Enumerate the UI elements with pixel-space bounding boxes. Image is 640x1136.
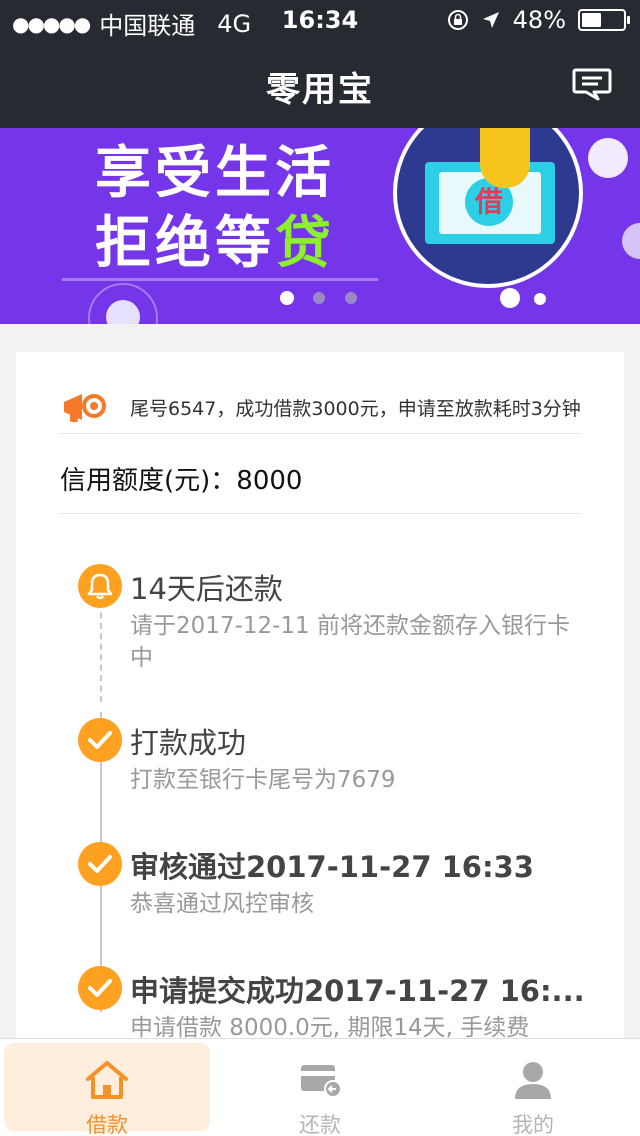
promo-banner[interactable]: 享受生活 拒绝等贷 借	[0, 128, 640, 324]
location-arrow-icon	[482, 12, 499, 28]
banner-headline-2: 拒绝等贷	[95, 198, 335, 279]
card-icon	[301, 1065, 342, 1098]
check-icon	[78, 842, 122, 886]
timeline-dashed-connector	[100, 602, 102, 702]
banner-dot-decoration	[500, 288, 520, 308]
credit-label-text: 信用额度(元)：	[60, 466, 237, 496]
credit-limit: 信用额度(元)：8000	[60, 434, 580, 514]
battery-icon	[578, 9, 630, 31]
timeline-step-title: 打款成功	[130, 726, 247, 760]
tab-label: 借款	[86, 1113, 128, 1136]
rotation-lock-icon	[447, 10, 468, 30]
battery-fill	[582, 13, 601, 27]
battery-percent: 48%	[512, 6, 566, 34]
check-icon	[78, 718, 122, 762]
notice-bar: 尾号6547，成功借款3000元，申请至放款耗时3分钟	[60, 384, 581, 434]
chat-bubble-icon[interactable]	[572, 66, 612, 102]
notice-text: 尾号6547，成功借款3000元，申请至放款耗时3分钟	[130, 398, 581, 420]
carousel-indicator-3[interactable]	[345, 292, 357, 304]
banner-divider	[62, 278, 378, 281]
timeline-step-title: 14天后还款	[130, 572, 283, 606]
timeline-step-desc: 打款至银行卡尾号为7679	[130, 767, 396, 793]
carousel-indicator-1[interactable]	[280, 291, 294, 305]
megaphone-icon	[64, 394, 106, 422]
timeline-step-title: 审核通过2017-11-27 16:33	[130, 850, 534, 884]
bottom-tab-bar: 借款 还款 我的	[0, 1038, 640, 1136]
bell-icon	[78, 564, 122, 608]
timeline-step-desc: 请于2017-12-11 前将还款金额存入银行卡中	[130, 613, 570, 671]
carousel-indicator-2[interactable]	[313, 292, 325, 304]
nav-bar: 零用宝	[0, 40, 640, 128]
tab-repay[interactable]: 还款	[217, 1043, 423, 1136]
status-right: 48%	[447, 6, 630, 34]
page-title: 零用宝	[266, 70, 374, 110]
banner-dot-decoration	[622, 223, 640, 259]
tab-label: 还款	[299, 1113, 341, 1136]
loan-card: 尾号6547，成功借款3000元，申请至放款耗时3分钟 信用额度(元)：8000…	[16, 352, 624, 1052]
hand-illustration	[480, 128, 530, 188]
banner-headline-2-highlight: 贷	[275, 211, 335, 276]
tab-mine[interactable]: 我的	[430, 1043, 636, 1136]
home-icon	[86, 1061, 128, 1099]
banner-dot-decoration	[534, 293, 546, 305]
status-bar: ●●●●● 中国联通 4G 16:34 48%	[0, 0, 640, 40]
credit-value: 8000	[236, 466, 303, 496]
timeline-step-desc: 恭喜通过风控审核	[130, 891, 314, 917]
banner-dot-decoration	[588, 138, 628, 178]
tab-borrow[interactable]: 借款	[4, 1043, 210, 1136]
check-icon	[78, 966, 122, 1010]
timeline-step-title: 申请提交成功2017-11-27 16:...	[130, 974, 585, 1008]
banner-headline-1: 享受生活	[95, 141, 335, 206]
tab-label: 我的	[512, 1113, 554, 1136]
banner-headline-2-text: 拒绝等	[95, 211, 275, 276]
user-icon	[515, 1062, 551, 1099]
credit-limit-label: 信用额度(元)：8000	[60, 460, 302, 497]
